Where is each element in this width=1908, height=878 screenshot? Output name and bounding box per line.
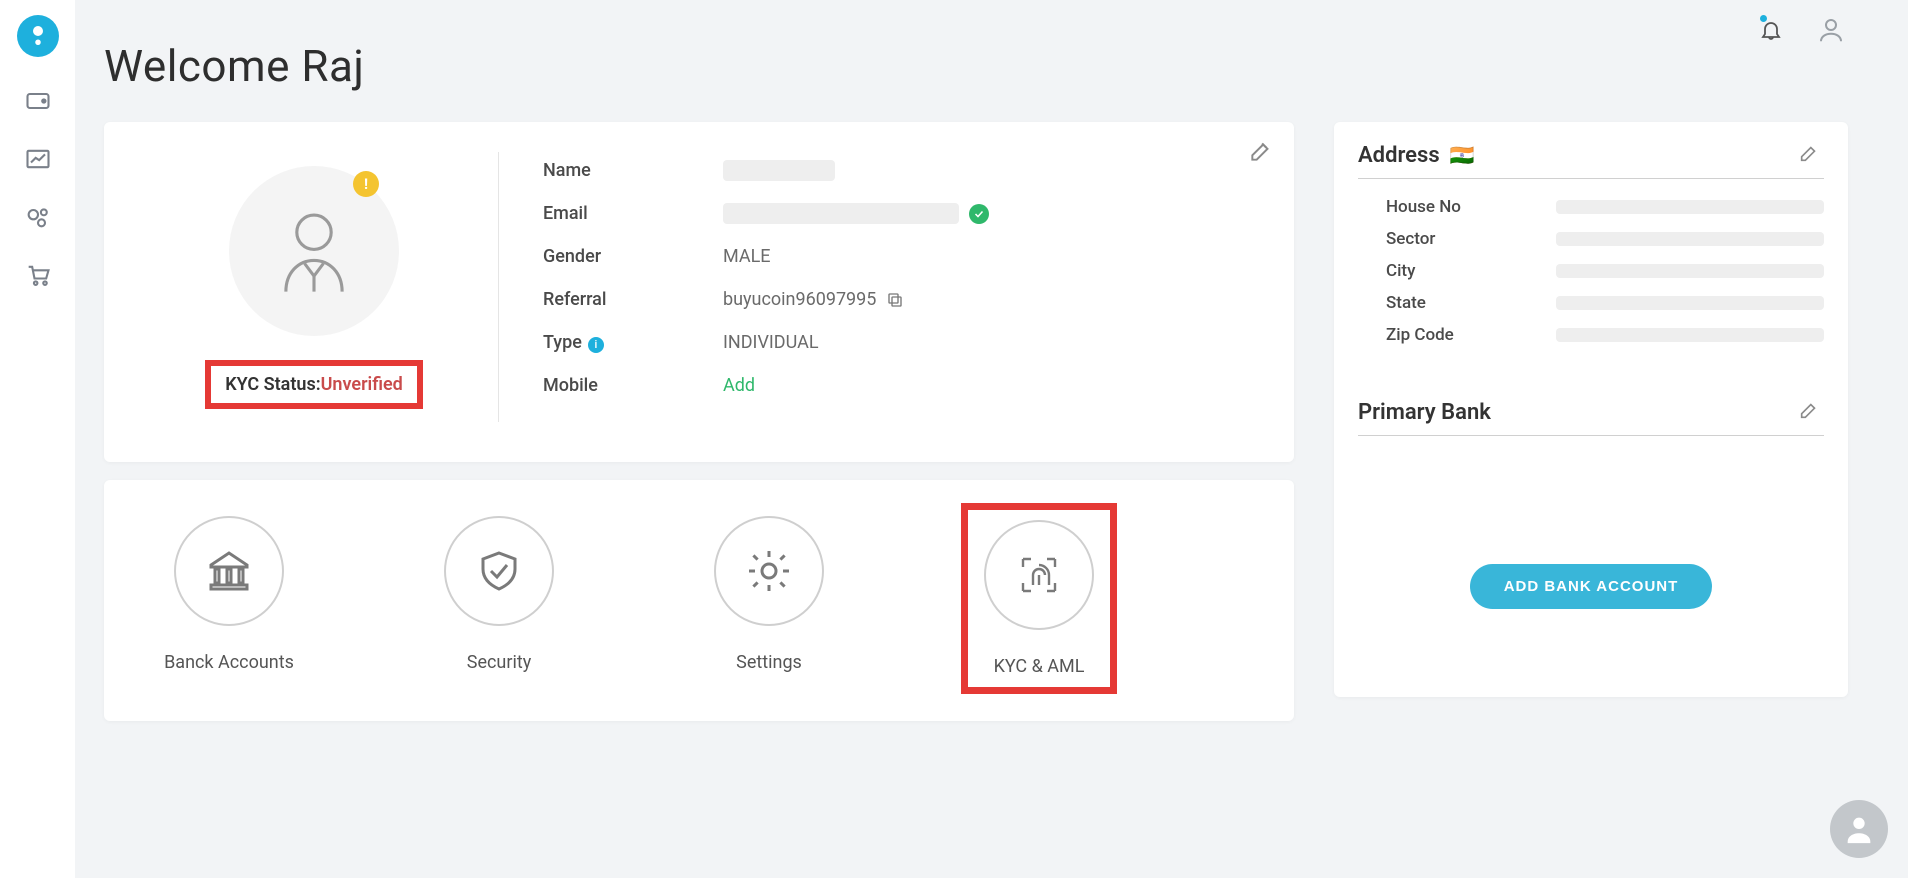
warning-badge-icon: !	[353, 171, 379, 197]
shield-icon	[444, 516, 554, 626]
fingerprint-icon	[984, 520, 1094, 630]
mobile-label: Mobile	[543, 375, 723, 396]
verified-check-icon	[969, 204, 989, 224]
cart-icon[interactable]	[24, 261, 52, 289]
copy-icon[interactable]	[886, 291, 904, 309]
zip-label: Zip Code	[1386, 325, 1556, 345]
profile-card: ! KYC Status:Unverified Name R Email	[104, 122, 1294, 462]
wallet-icon[interactable]	[24, 87, 52, 115]
sector-label: Sector	[1386, 229, 1556, 249]
sidebar	[0, 0, 75, 878]
name-value: R	[723, 160, 835, 181]
house-no-value	[1556, 200, 1824, 214]
bank-accounts-label: Banck Accounts	[164, 652, 294, 673]
add-mobile-link[interactable]: Add	[723, 375, 755, 396]
settings-action[interactable]: Settings	[704, 516, 834, 681]
actions-card: Banck Accounts Security Settings	[104, 480, 1294, 721]
avatar: !	[229, 166, 399, 336]
app-logo[interactable]	[17, 15, 59, 57]
address-bank-card: Address 🇮🇳 House No Sector City State Zi…	[1334, 122, 1848, 697]
kyc-aml-label: KYC & AML	[994, 656, 1085, 677]
india-flag-icon: 🇮🇳	[1450, 143, 1475, 167]
address-title: Address	[1358, 143, 1440, 168]
info-icon[interactable]: i	[588, 337, 604, 353]
kyc-status-value: Unverified	[321, 374, 403, 395]
support-chat-button[interactable]	[1830, 800, 1888, 858]
page-title: Welcome Raj	[104, 40, 1848, 92]
kyc-status-label: KYC Status:	[225, 374, 320, 395]
kyc-aml-action[interactable]: KYC & AML	[974, 516, 1104, 681]
chart-icon[interactable]	[24, 145, 52, 173]
zip-value	[1556, 328, 1824, 342]
referral-label: Referral	[543, 289, 723, 310]
name-label: Name	[543, 160, 723, 181]
gear-icon	[714, 516, 824, 626]
email-label: Email	[543, 203, 723, 224]
primary-bank-title: Primary Bank	[1358, 400, 1491, 425]
security-action[interactable]: Security	[434, 516, 564, 681]
state-value	[1556, 296, 1824, 310]
city-value	[1556, 264, 1824, 278]
sector-value	[1556, 232, 1824, 246]
edit-profile-button[interactable]	[1248, 138, 1274, 164]
edit-bank-button[interactable]	[1798, 399, 1824, 425]
divider	[498, 152, 499, 422]
bank-icon	[174, 516, 284, 626]
type-label: Typei	[543, 332, 723, 353]
state-label: State	[1386, 293, 1556, 313]
edit-address-button[interactable]	[1798, 142, 1824, 168]
settings-label: Settings	[736, 652, 802, 673]
city-label: City	[1386, 261, 1556, 281]
email-value: r 4@gmail.com	[723, 203, 959, 224]
security-label: Security	[467, 652, 531, 673]
bank-accounts-action[interactable]: Banck Accounts	[164, 516, 294, 681]
bubbles-icon[interactable]	[24, 203, 52, 231]
referral-value: buyucoin96097995	[723, 289, 876, 310]
type-value: INDIVIDUAL	[723, 332, 819, 353]
house-no-label: House No	[1386, 197, 1556, 217]
add-bank-account-button[interactable]: ADD BANK ACCOUNT	[1470, 564, 1713, 609]
gender-value: MALE	[723, 246, 771, 267]
kyc-status: KYC Status:Unverified	[205, 360, 423, 409]
gender-label: Gender	[543, 246, 723, 267]
